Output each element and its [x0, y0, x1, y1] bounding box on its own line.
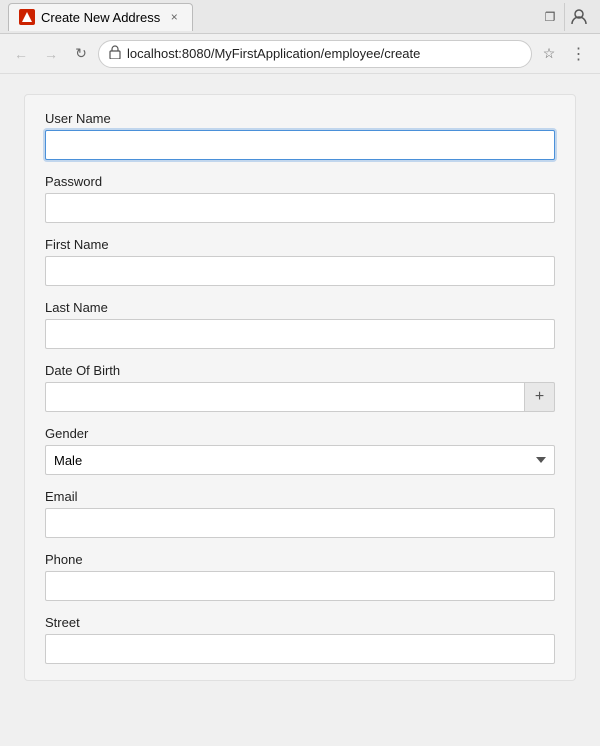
dob-label: Date Of Birth: [45, 363, 555, 378]
address-bar: ← → ↻ localhost:8080/MyFirstApplication/…: [0, 34, 600, 74]
dob-row: +: [45, 382, 555, 412]
tab-favicon: [19, 9, 35, 25]
url-text: localhost:8080/MyFirstApplication/employ…: [127, 46, 521, 61]
bookmark-button[interactable]: ☆: [536, 41, 562, 67]
form-group-username: User Name: [45, 111, 555, 160]
window-controls: ❐: [536, 3, 592, 31]
form-group-phone: Phone: [45, 552, 555, 601]
browser-menu-button[interactable]: ⋮: [566, 41, 592, 67]
title-bar: Create New Address × ❐: [0, 0, 600, 34]
password-input[interactable]: [45, 193, 555, 223]
gender-label: Gender: [45, 426, 555, 441]
tab-close-button[interactable]: ×: [166, 9, 182, 25]
lastname-input[interactable]: [45, 319, 555, 349]
phone-label: Phone: [45, 552, 555, 567]
browser-tab[interactable]: Create New Address ×: [8, 3, 193, 31]
lastname-label: Last Name: [45, 300, 555, 315]
forward-button[interactable]: →: [38, 41, 64, 67]
account-icon[interactable]: [564, 3, 592, 31]
email-label: Email: [45, 489, 555, 504]
tab-title: Create New Address: [41, 10, 160, 25]
security-icon: [109, 45, 121, 62]
firstname-label: First Name: [45, 237, 555, 252]
form-section: User Name Password First Name Last Name: [24, 94, 576, 681]
phone-input[interactable]: [45, 571, 555, 601]
page-content: User Name Password First Name Last Name: [0, 74, 600, 746]
tab-area: Create New Address ×: [8, 3, 536, 31]
form-group-email: Email: [45, 489, 555, 538]
firstname-input[interactable]: [45, 256, 555, 286]
restore-button[interactable]: ❐: [536, 4, 564, 30]
password-label: Password: [45, 174, 555, 189]
username-input[interactable]: [45, 130, 555, 160]
form-group-gender: Gender Male Female Other: [45, 426, 555, 475]
url-bar[interactable]: localhost:8080/MyFirstApplication/employ…: [98, 40, 532, 68]
refresh-button[interactable]: ↻: [68, 41, 94, 67]
form-group-password: Password: [45, 174, 555, 223]
form-group-street: Street: [45, 615, 555, 664]
dob-plus-button[interactable]: +: [525, 382, 555, 412]
street-input[interactable]: [45, 634, 555, 664]
back-button[interactable]: ←: [8, 41, 34, 67]
form-group-lastname: Last Name: [45, 300, 555, 349]
gender-select[interactable]: Male Female Other: [45, 445, 555, 475]
email-input[interactable]: [45, 508, 555, 538]
form-group-dob: Date Of Birth +: [45, 363, 555, 412]
street-label: Street: [45, 615, 555, 630]
form-group-firstname: First Name: [45, 237, 555, 286]
dob-input[interactable]: [45, 382, 525, 412]
username-label: User Name: [45, 111, 555, 126]
favicon-icon: [22, 12, 32, 22]
